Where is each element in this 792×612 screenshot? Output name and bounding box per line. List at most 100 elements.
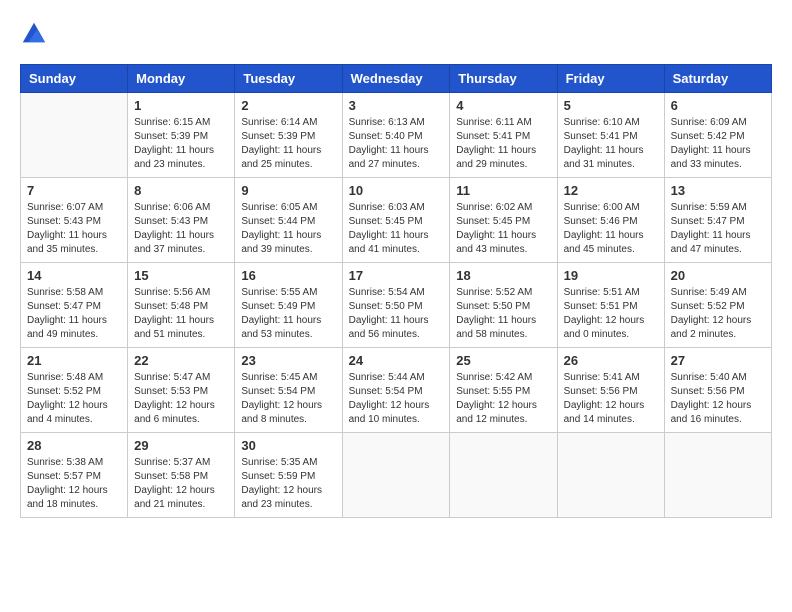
calendar-cell: 11 Sunrise: 6:02 AM Sunset: 5:45 PM Dayli… (450, 178, 557, 263)
calendar-cell: 8 Sunrise: 6:06 AM Sunset: 5:43 PM Daylig… (128, 178, 235, 263)
calendar-cell: 18 Sunrise: 5:52 AM Sunset: 5:50 PM Dayli… (450, 263, 557, 348)
calendar-cell (450, 433, 557, 518)
calendar-day-header: Monday (128, 65, 235, 93)
calendar-cell: 14 Sunrise: 5:58 AM Sunset: 5:47 PM Dayli… (21, 263, 128, 348)
calendar-cell (21, 93, 128, 178)
calendar-cell: 9 Sunrise: 6:05 AM Sunset: 5:44 PM Daylig… (235, 178, 342, 263)
calendar-cell: 20 Sunrise: 5:49 AM Sunset: 5:52 PM Dayli… (664, 263, 771, 348)
cell-content: Sunrise: 5:55 AM Sunset: 5:49 PM Dayligh… (241, 286, 335, 342)
calendar-cell: 29 Sunrise: 5:37 AM Sunset: 5:58 PM Dayli… (128, 433, 235, 518)
day-number: 24 (349, 353, 444, 368)
day-number: 10 (349, 183, 444, 198)
day-number: 4 (456, 98, 550, 113)
day-number: 16 (241, 268, 335, 283)
day-number: 18 (456, 268, 550, 283)
day-number: 19 (564, 268, 658, 283)
calendar-cell: 22 Sunrise: 5:47 AM Sunset: 5:53 PM Dayli… (128, 348, 235, 433)
cell-content: Sunrise: 5:56 AM Sunset: 5:48 PM Dayligh… (134, 286, 228, 342)
calendar-cell: 25 Sunrise: 5:42 AM Sunset: 5:55 PM Dayli… (450, 348, 557, 433)
cell-content: Sunrise: 6:11 AM Sunset: 5:41 PM Dayligh… (456, 116, 550, 172)
cell-content: Sunrise: 6:06 AM Sunset: 5:43 PM Dayligh… (134, 201, 228, 257)
day-number: 20 (671, 268, 765, 283)
calendar-cell: 1Sunrise: 6:15 AM Sunset: 5:39 PM Daylig… (128, 93, 235, 178)
cell-content: Sunrise: 6:14 AM Sunset: 5:39 PM Dayligh… (241, 116, 335, 172)
calendar-week-row: 7Sunrise: 6:07 AM Sunset: 5:43 PM Daylig… (21, 178, 772, 263)
cell-content: Sunrise: 6:00 AM Sunset: 5:46 PM Dayligh… (564, 201, 658, 257)
cell-content: Sunrise: 5:47 AM Sunset: 5:53 PM Dayligh… (134, 371, 228, 427)
calendar-cell: 21Sunrise: 5:48 AM Sunset: 5:52 PM Dayli… (21, 348, 128, 433)
day-number: 15 (134, 268, 228, 283)
calendar-cell (664, 433, 771, 518)
calendar-cell: 26 Sunrise: 5:41 AM Sunset: 5:56 PM Dayli… (557, 348, 664, 433)
cell-content: Sunrise: 5:45 AM Sunset: 5:54 PM Dayligh… (241, 371, 335, 427)
cell-content: Sunrise: 5:58 AM Sunset: 5:47 PM Dayligh… (27, 286, 121, 342)
calendar-cell: 16 Sunrise: 5:55 AM Sunset: 5:49 PM Dayli… (235, 263, 342, 348)
calendar-day-header: Friday (557, 65, 664, 93)
cell-content: Sunrise: 5:38 AM Sunset: 5:57 PM Dayligh… (27, 456, 121, 512)
day-number: 5 (564, 98, 658, 113)
calendar-cell: 15 Sunrise: 5:56 AM Sunset: 5:48 PM Dayli… (128, 263, 235, 348)
calendar-header-row: SundayMondayTuesdayWednesdayThursdayFrid… (21, 65, 772, 93)
day-number: 17 (349, 268, 444, 283)
calendar-week-row: 21Sunrise: 5:48 AM Sunset: 5:52 PM Dayli… (21, 348, 772, 433)
day-number: 27 (671, 353, 765, 368)
calendar-day-header: Thursday (450, 65, 557, 93)
day-number: 26 (564, 353, 658, 368)
cell-content: Sunrise: 6:10 AM Sunset: 5:41 PM Dayligh… (564, 116, 658, 172)
cell-content: Sunrise: 5:44 AM Sunset: 5:54 PM Dayligh… (349, 371, 444, 427)
day-number: 13 (671, 183, 765, 198)
day-number: 3 (349, 98, 444, 113)
cell-content: Sunrise: 6:05 AM Sunset: 5:44 PM Dayligh… (241, 201, 335, 257)
calendar-cell: 2 Sunrise: 6:14 AM Sunset: 5:39 PM Daylig… (235, 93, 342, 178)
calendar-table: SundayMondayTuesdayWednesdayThursdayFrid… (20, 64, 772, 518)
day-number: 6 (671, 98, 765, 113)
calendar-cell: 17 Sunrise: 5:54 AM Sunset: 5:50 PM Dayli… (342, 263, 450, 348)
cell-content: Sunrise: 6:03 AM Sunset: 5:45 PM Dayligh… (349, 201, 444, 257)
cell-content: Sunrise: 5:52 AM Sunset: 5:50 PM Dayligh… (456, 286, 550, 342)
calendar-cell: 30Sunrise: 5:35 AM Sunset: 5:59 PM Dayli… (235, 433, 342, 518)
calendar-cell: 23 Sunrise: 5:45 AM Sunset: 5:54 PM Dayli… (235, 348, 342, 433)
calendar-day-header: Saturday (664, 65, 771, 93)
cell-content: Sunrise: 6:02 AM Sunset: 5:45 PM Dayligh… (456, 201, 550, 257)
calendar-cell: 3 Sunrise: 6:13 AM Sunset: 5:40 PM Daylig… (342, 93, 450, 178)
calendar-cell: 19 Sunrise: 5:51 AM Sunset: 5:51 PM Dayli… (557, 263, 664, 348)
calendar-week-row: 1Sunrise: 6:15 AM Sunset: 5:39 PM Daylig… (21, 93, 772, 178)
cell-content: Sunrise: 5:37 AM Sunset: 5:58 PM Dayligh… (134, 456, 228, 512)
cell-content: Sunrise: 5:42 AM Sunset: 5:55 PM Dayligh… (456, 371, 550, 427)
day-number: 29 (134, 438, 228, 453)
calendar-cell (557, 433, 664, 518)
cell-content: Sunrise: 6:09 AM Sunset: 5:42 PM Dayligh… (671, 116, 765, 172)
logo (20, 20, 52, 48)
day-number: 11 (456, 183, 550, 198)
logo-icon (20, 20, 48, 48)
calendar-cell: 13 Sunrise: 5:59 AM Sunset: 5:47 PM Dayli… (664, 178, 771, 263)
calendar-cell: 12Sunrise: 6:00 AM Sunset: 5:46 PM Dayli… (557, 178, 664, 263)
day-number: 30 (241, 438, 335, 453)
day-number: 8 (134, 183, 228, 198)
cell-content: Sunrise: 5:51 AM Sunset: 5:51 PM Dayligh… (564, 286, 658, 342)
cell-content: Sunrise: 6:15 AM Sunset: 5:39 PM Dayligh… (134, 116, 228, 172)
cell-content: Sunrise: 5:54 AM Sunset: 5:50 PM Dayligh… (349, 286, 444, 342)
cell-content: Sunrise: 5:48 AM Sunset: 5:52 PM Dayligh… (27, 371, 121, 427)
cell-content: Sunrise: 6:13 AM Sunset: 5:40 PM Dayligh… (349, 116, 444, 172)
calendar-day-header: Wednesday (342, 65, 450, 93)
day-number: 25 (456, 353, 550, 368)
calendar-day-header: Sunday (21, 65, 128, 93)
cell-content: Sunrise: 5:59 AM Sunset: 5:47 PM Dayligh… (671, 201, 765, 257)
page-header (20, 20, 772, 48)
day-number: 2 (241, 98, 335, 113)
calendar-cell: 10 Sunrise: 6:03 AM Sunset: 5:45 PM Dayli… (342, 178, 450, 263)
calendar-cell: 27Sunrise: 5:40 AM Sunset: 5:56 PM Dayli… (664, 348, 771, 433)
day-number: 9 (241, 183, 335, 198)
day-number: 7 (27, 183, 121, 198)
day-number: 14 (27, 268, 121, 283)
calendar-week-row: 14 Sunrise: 5:58 AM Sunset: 5:47 PM Dayli… (21, 263, 772, 348)
day-number: 23 (241, 353, 335, 368)
cell-content: Sunrise: 5:49 AM Sunset: 5:52 PM Dayligh… (671, 286, 765, 342)
calendar-cell: 5 Sunrise: 6:10 AM Sunset: 5:41 PM Daylig… (557, 93, 664, 178)
calendar-week-row: 28 Sunrise: 5:38 AM Sunset: 5:57 PM Dayli… (21, 433, 772, 518)
day-number: 28 (27, 438, 121, 453)
cell-content: Sunrise: 5:41 AM Sunset: 5:56 PM Dayligh… (564, 371, 658, 427)
calendar-cell: 28 Sunrise: 5:38 AM Sunset: 5:57 PM Dayli… (21, 433, 128, 518)
day-number: 22 (134, 353, 228, 368)
